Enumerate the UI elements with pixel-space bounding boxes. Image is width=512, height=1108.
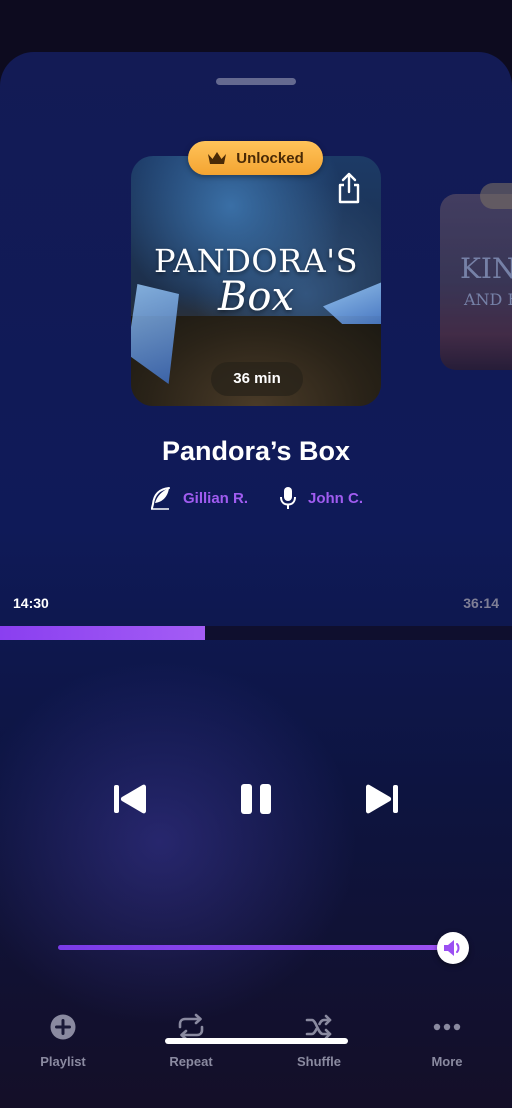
skip-next-button[interactable] <box>362 782 402 816</box>
tab-label: More <box>431 1054 463 1069</box>
progress-fill <box>0 626 205 640</box>
duration-badge: 36 min <box>211 362 303 396</box>
next-book-cover[interactable]: KING AND H <box>440 194 512 370</box>
tab-label: Playlist <box>40 1054 86 1069</box>
speaker-icon <box>444 940 460 956</box>
tab-playlist[interactable]: Playlist <box>13 1012 113 1072</box>
share-icon[interactable] <box>336 172 362 204</box>
ellipsis-icon <box>433 1023 461 1031</box>
plus-circle-icon <box>50 1014 76 1040</box>
book-cover[interactable]: PANDORA'S Box 36 min <box>131 156 381 406</box>
volume-slider[interactable] <box>58 945 453 950</box>
volume-knob[interactable] <box>437 932 469 964</box>
narrator-name: John C. <box>308 489 363 507</box>
author-credit[interactable]: Gillian R. <box>149 486 248 510</box>
pause-button[interactable] <box>236 782 276 816</box>
crown-icon <box>208 152 227 164</box>
total-time: 36:14 <box>463 595 499 611</box>
narrator-credit[interactable]: John C. <box>280 486 363 510</box>
microphone-icon <box>280 487 296 509</box>
current-time: 14:30 <box>13 595 49 611</box>
home-indicator <box>165 1038 348 1044</box>
player-sheet: KING AND H PANDORA'S Box 36 min Unlocked… <box>0 52 512 1108</box>
unlocked-label: Unlocked <box>236 149 304 167</box>
tab-more[interactable]: More <box>397 1012 497 1072</box>
next-cover-subtitle: AND H <box>464 290 512 309</box>
track-title: Pandora’s Box <box>161 436 351 466</box>
unlocked-badge: Unlocked <box>188 141 323 175</box>
tab-label: Shuffle <box>296 1054 342 1069</box>
cover-title-line2: Box <box>217 274 295 320</box>
credits-row: Gillian R. John C. <box>0 484 512 512</box>
next-cover-badge <box>480 183 512 209</box>
progress-bar[interactable] <box>0 626 512 640</box>
tab-label: Repeat <box>169 1054 213 1069</box>
sheet-drag-handle[interactable] <box>216 78 296 85</box>
next-cover-title: KING <box>460 252 512 285</box>
author-name: Gillian R. <box>182 489 248 507</box>
skip-previous-button[interactable] <box>110 782 150 816</box>
feather-pen-icon <box>150 487 170 510</box>
